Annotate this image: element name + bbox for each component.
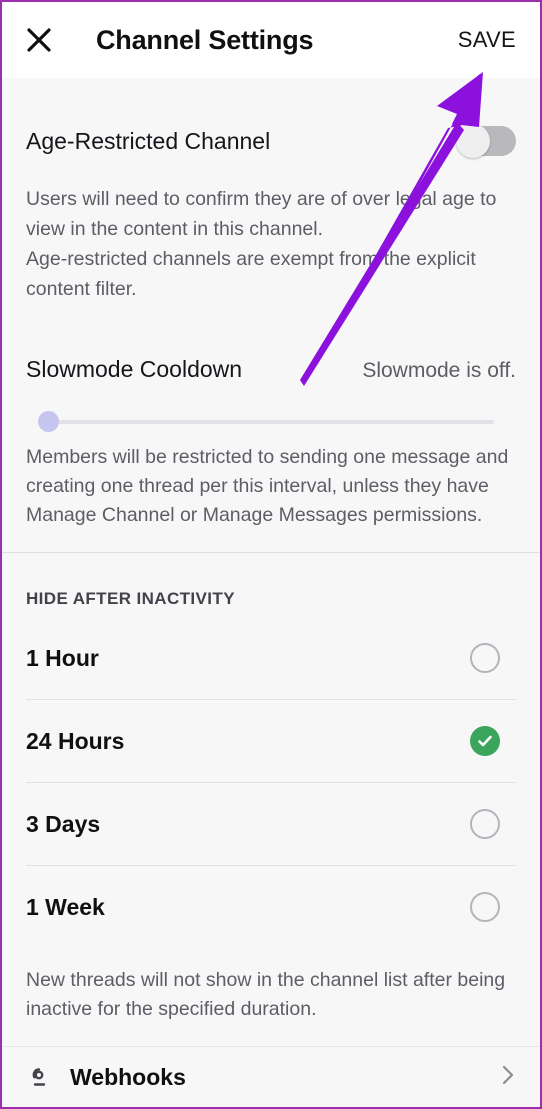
option-label: 1 Hour — [26, 644, 99, 671]
webhooks-row[interactable]: Webhooks — [2, 1046, 540, 1107]
webhooks-label: Webhooks — [70, 1063, 186, 1090]
option-1-hour[interactable]: 1 Hour — [26, 617, 516, 699]
chevron-right-icon[interactable] — [500, 1063, 516, 1092]
age-restricted-label: Age-Restricted Channel — [26, 127, 271, 154]
close-icon[interactable] — [22, 23, 56, 57]
slider-track — [48, 420, 494, 424]
toggle-knob — [456, 124, 490, 158]
radio-unselected-icon[interactable] — [470, 643, 500, 673]
slowmode-row: Slowmode Cooldown Slowmode is off. — [26, 304, 516, 383]
section-header: HIDE AFTER INACTIVITY — [26, 589, 235, 608]
age-restricted-row[interactable]: Age-Restricted Channel — [26, 78, 516, 158]
channel-settings-screen: Channel Settings SAVE Age-Restricted Cha… — [0, 0, 542, 1109]
save-button[interactable]: SAVE — [456, 23, 518, 57]
app-header: Channel Settings SAVE — [2, 2, 540, 78]
option-label: 1 Week — [26, 893, 105, 920]
page-title: Channel Settings — [96, 24, 314, 55]
hide-after-inactivity-section: HIDE AFTER INACTIVITY 1 Hour 24 Hours 3 … — [2, 553, 540, 1024]
slowmode-label: Slowmode Cooldown — [26, 356, 243, 382]
settings-body: Age-Restricted Channel Users will need t… — [2, 78, 540, 1107]
radio-selected-check-icon[interactable] — [470, 726, 500, 756]
slowmode-description: Members will be restricted to sending on… — [26, 446, 509, 526]
webhook-icon — [26, 1064, 52, 1090]
inactivity-description: New threads will not show in the channel… — [26, 969, 506, 1020]
option-label: 3 Days — [26, 810, 101, 837]
inactivity-options-list: 1 Hour 24 Hours 3 Days 1 Week — [26, 617, 516, 948]
radio-unselected-icon[interactable] — [470, 892, 500, 922]
option-3-days[interactable]: 3 Days — [26, 783, 516, 865]
age-restricted-description: Users will need to confirm they are of o… — [26, 188, 497, 300]
age-restricted-section: Age-Restricted Channel Users will need t… — [2, 78, 540, 304]
option-24-hours[interactable]: 24 Hours — [26, 700, 516, 782]
age-restricted-toggle[interactable] — [456, 124, 516, 158]
slowmode-slider[interactable] — [26, 409, 516, 435]
option-1-week[interactable]: 1 Week — [26, 866, 516, 948]
radio-unselected-icon[interactable] — [470, 809, 500, 839]
option-label: 24 Hours — [26, 727, 125, 754]
slowmode-value: Slowmode is off. — [362, 359, 516, 382]
slowmode-section: Slowmode Cooldown Slowmode is off. Membe… — [2, 304, 540, 552]
slider-thumb[interactable] — [38, 411, 59, 432]
